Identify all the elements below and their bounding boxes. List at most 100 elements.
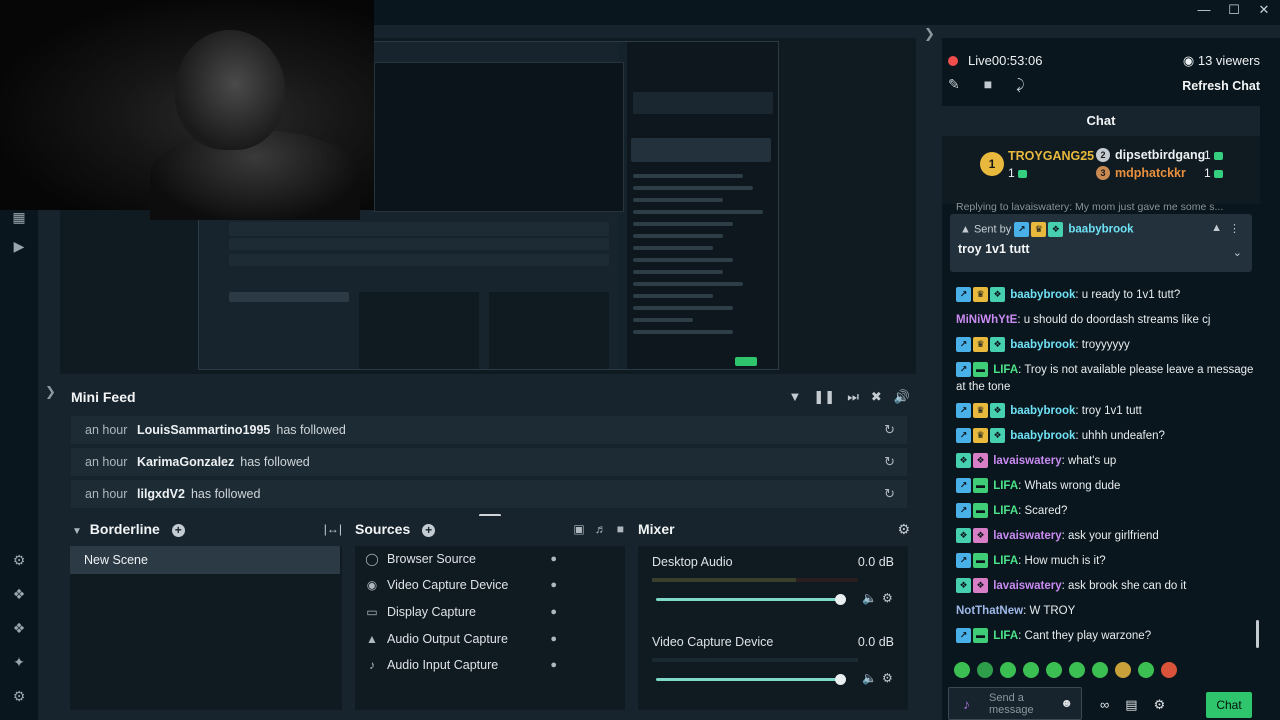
chevron-right-icon[interactable]: ❯ — [924, 26, 935, 42]
source-label: Browser Source — [387, 552, 476, 566]
sub-icon: ❖ — [973, 528, 988, 544]
chat-input[interactable]: ♪ Send a message ☻ — [948, 687, 1082, 720]
replay-icon[interactable]: ↻ — [884, 486, 895, 502]
minimize-icon[interactable]: — — [1196, 2, 1212, 18]
audio-icon[interactable]: ♬ — [595, 522, 607, 536]
mute-alerts-icon[interactable]: ✖ — [871, 389, 882, 405]
more-icon[interactable]: ⋮ — [1229, 222, 1240, 235]
leader-count: 1 — [1204, 148, 1223, 162]
lock-icon[interactable]: ● — [550, 659, 557, 671]
mixer-channel-name: Video Capture Device — [652, 635, 774, 649]
plugin-icon[interactable]: ❖ — [10, 585, 28, 603]
scenes-dock: ▼ Borderline + |↔| New Scene — [60, 516, 350, 720]
pause-icon[interactable]: ❚❚ — [813, 389, 835, 405]
apps-icon[interactable]: ⚙ — [10, 551, 28, 569]
source-item[interactable]: ♪ Audio Input Capture ● — [363, 652, 619, 678]
scene-collection-title[interactable]: Borderline — [90, 521, 160, 537]
settings-icon[interactable]: ⚙ — [10, 687, 28, 705]
camera-icon: ◉ — [366, 578, 378, 592]
speaker-icon[interactable]: 🔈 — [862, 671, 877, 685]
rank-badge: 1 — [980, 152, 1004, 176]
vu-meter — [652, 658, 858, 662]
store-icon[interactable]: ▤ — [1125, 697, 1137, 713]
streamlabs-app: — ☐ ✕ ▦ ▶ ⚙ ❖ ❖ ✦ ⚙ ❯ ❯ Mini Feed ▼ ❚❚ ⏭… — [0, 0, 1280, 720]
source-label: Audio Output Capture — [387, 632, 508, 646]
refresh-chat-button[interactable]: Refresh Chat — [1182, 79, 1260, 93]
emote-icon[interactable] — [1092, 662, 1108, 678]
slider-knob[interactable] — [835, 594, 846, 605]
lock-icon[interactable]: ● — [550, 633, 557, 645]
maximize-icon[interactable]: ☐ — [1226, 2, 1242, 18]
emote-icon[interactable] — [1000, 662, 1016, 678]
extension-icon[interactable]: ❖ — [10, 619, 28, 637]
folder-icon[interactable]: ■ — [617, 522, 624, 536]
leaderboard: 1 TROYGANG25 1 2 dipsetbirdgang 1 3 mdph… — [942, 136, 1260, 204]
layout-icon[interactable]: ▦ — [10, 208, 28, 226]
source-item[interactable]: ▭ Display Capture ● — [363, 599, 619, 625]
mic-icon[interactable]: ♪ — [963, 696, 970, 712]
mixer-channel-db: 0.0 dB — [857, 635, 894, 649]
transition-icon[interactable]: |↔| — [324, 522, 342, 536]
scene-item[interactable]: New Scene — [70, 546, 340, 574]
sparkle-icon[interactable]: ✦ — [10, 653, 28, 671]
replay-icon[interactable]: ↻ — [884, 454, 895, 470]
volume-icon[interactable]: 🔊 — [894, 389, 910, 405]
emote-icon[interactable] — [954, 662, 970, 678]
emote-icon[interactable] — [1046, 662, 1062, 678]
gear-icon[interactable]: ⚙ — [882, 671, 893, 685]
volume-slider[interactable] — [656, 594, 846, 605]
skip-icon[interactable]: ⏭ — [847, 389, 859, 405]
monitor-icon: ▭ — [366, 605, 378, 619]
emote-icon[interactable] — [1161, 662, 1177, 678]
send-chat-button[interactable]: Chat — [1206, 692, 1252, 718]
close-icon[interactable]: ✕ — [1256, 2, 1272, 18]
lock-icon[interactable]: ● — [550, 553, 557, 565]
edit-icon[interactable]: ✎ — [948, 76, 960, 93]
chevron-right-icon[interactable]: ❯ — [45, 384, 56, 400]
video-icon[interactable]: ■ — [984, 76, 992, 93]
lock-icon[interactable]: ● — [550, 606, 557, 618]
unpin-icon[interactable]: ▲ — [1211, 222, 1222, 234]
feed-time: an hour — [85, 455, 128, 469]
source-item[interactable]: ▲ Audio Output Capture ● — [363, 626, 619, 652]
gift-icon: ❖ — [990, 403, 1005, 419]
channel-points-icon[interactable]: ∞ — [1100, 697, 1109, 713]
mic-icon: ♪ — [369, 658, 375, 672]
emote-icon[interactable] — [1023, 662, 1039, 678]
filter-icon[interactable]: ▼ — [789, 389, 802, 405]
pinned-text: troy 1v1 tutt — [958, 242, 1030, 256]
chat-scrollbar[interactable] — [1256, 620, 1259, 648]
emote-icon[interactable] — [977, 662, 993, 678]
feed-time: an hour — [85, 423, 128, 437]
gear-icon[interactable]: ⚙ — [897, 521, 910, 538]
add-scene-icon[interactable]: + — [171, 524, 185, 537]
gift-icon: ❖ — [990, 428, 1005, 444]
emote-icon[interactable] — [1138, 662, 1154, 678]
mini-feed: Mini Feed ▼ ❚❚ ⏭ ✖ 🔊 an hour LouisSammar… — [60, 382, 920, 510]
emote-icon[interactable] — [1069, 662, 1085, 678]
gear-icon[interactable]: ⚙ — [882, 591, 893, 605]
chevron-down-icon[interactable]: ▼ — [72, 526, 82, 537]
volume-slider[interactable] — [656, 674, 846, 685]
gear-icon[interactable]: ⚙ — [1154, 697, 1166, 713]
source-item[interactable]: ◯ Browser Source ● — [363, 546, 619, 572]
slider-knob[interactable] — [835, 674, 846, 685]
chat-message: ↗ ▬ LIFA: Cant they play warzone? — [956, 628, 1256, 645]
chevron-down-icon[interactable]: ⌄ — [1233, 246, 1242, 259]
crown-icon: ♛ — [973, 337, 988, 353]
replay-icon[interactable]: ↻ — [884, 422, 895, 438]
studio-icon[interactable]: ▣ — [573, 522, 584, 536]
feed-user: KarimaGonzalez — [137, 455, 235, 469]
gift-icon: ❖ — [990, 287, 1005, 303]
share-icon[interactable]: ⤸ — [1016, 76, 1024, 93]
source-item[interactable]: ◉ Video Capture Device ● — [363, 572, 619, 598]
play-icon[interactable]: ▶ — [10, 237, 28, 255]
moderator-icon: ↗ — [956, 337, 971, 353]
emote-icon[interactable] — [1115, 662, 1131, 678]
add-source-icon[interactable]: + — [422, 524, 436, 537]
lock-icon[interactable]: ● — [550, 579, 557, 591]
speaker-icon[interactable]: 🔈 — [862, 591, 877, 605]
chat-message: NotThatNew: W TROY — [956, 605, 1076, 617]
emoji-icon[interactable]: ☻ — [1060, 696, 1073, 710]
leader-name: mdphatckkr — [1115, 166, 1186, 180]
